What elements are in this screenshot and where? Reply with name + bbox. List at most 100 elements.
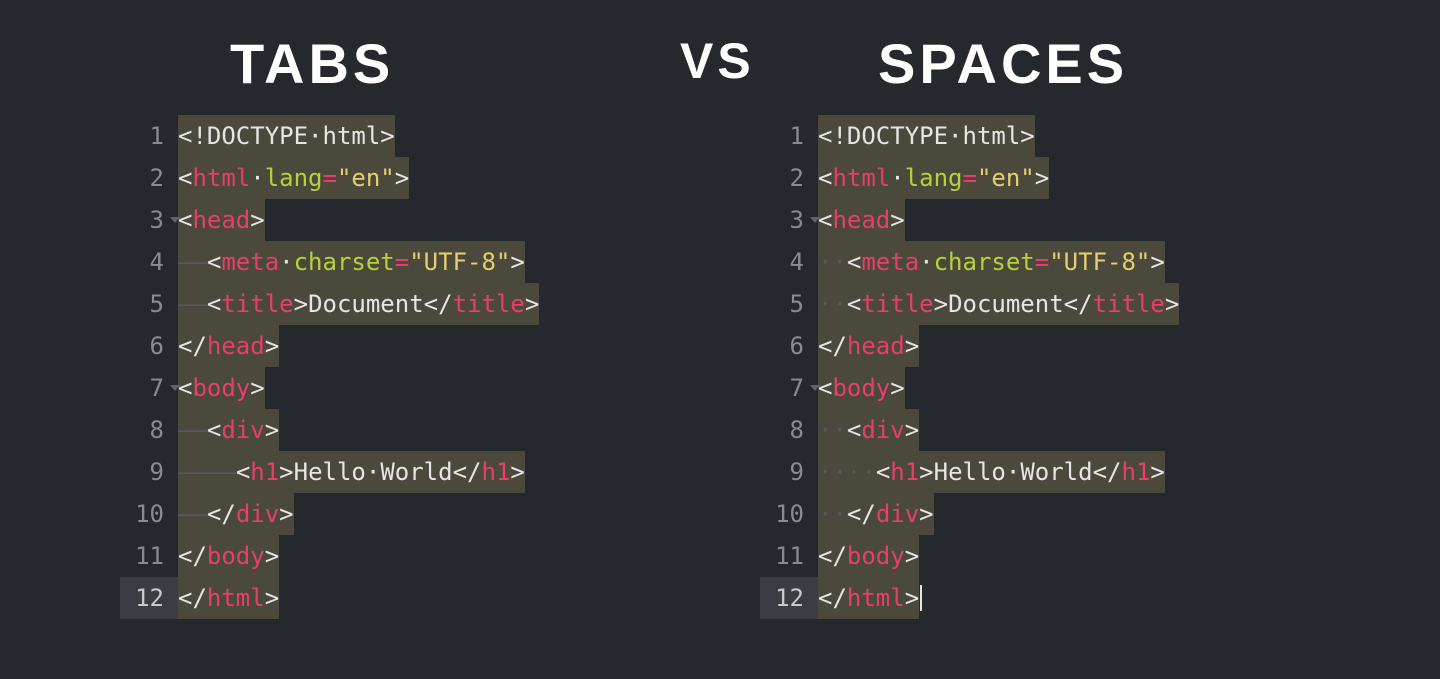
token-tag: head <box>207 325 265 367</box>
token-txt: !DOCTYPE <box>832 115 948 157</box>
fold-marker-icon[interactable] <box>810 217 820 223</box>
token-p: > <box>890 367 904 409</box>
code-content: <!DOCTYPE·html> <box>178 115 395 157</box>
code-content: <head> <box>178 199 265 241</box>
code-line: 9····<h1>Hello·World</h1> <box>760 451 1179 493</box>
code-content: <body> <box>178 367 265 409</box>
code-line: 3<head> <box>760 199 1179 241</box>
token-p: > <box>1165 283 1179 325</box>
indent-space: ·· <box>818 241 847 283</box>
token-tag: meta <box>221 241 279 283</box>
token-p: < <box>236 451 250 493</box>
token-tag: div <box>861 409 904 451</box>
code-line: 11</body> <box>760 535 1179 577</box>
indent-space: ·· <box>818 283 847 325</box>
token-tag: title <box>861 283 933 325</box>
token-p: · <box>919 241 933 283</box>
token-p: </ <box>178 325 207 367</box>
code-content: ——<div> <box>178 409 279 451</box>
token-p: < <box>818 115 832 157</box>
code-line: 7<body> <box>120 367 539 409</box>
token-p: < <box>818 199 832 241</box>
code-panel-spaces: 1<!DOCTYPE·html>2<html·lang="en">3<head>… <box>760 115 1179 619</box>
heading-tabs: TABS <box>230 36 394 92</box>
code-line: 7<body> <box>760 367 1179 409</box>
token-str: "en" <box>337 157 395 199</box>
token-tag: head <box>847 325 905 367</box>
token-str: "en" <box>977 157 1035 199</box>
line-number: 11 <box>760 535 818 577</box>
code-line: 6</head> <box>120 325 539 367</box>
token-str: "UTF-8" <box>409 241 510 283</box>
token-str: "UTF-8" <box>1049 241 1150 283</box>
line-number: 1 <box>120 115 178 157</box>
code-content: </html> <box>178 577 279 619</box>
token-op: = <box>323 157 337 199</box>
token-tag: html <box>847 577 905 619</box>
token-p: > <box>1035 157 1049 199</box>
token-p: > <box>294 283 308 325</box>
line-number: 4 <box>120 241 178 283</box>
token-p: > <box>510 451 524 493</box>
code-content: ··</div> <box>818 493 934 535</box>
fold-marker-icon[interactable] <box>170 385 180 391</box>
code-block: 1<!DOCTYPE·html>2<html·lang="en">3<head>… <box>120 115 539 619</box>
token-p: > <box>265 325 279 367</box>
line-number: 7 <box>120 367 178 409</box>
code-line: 10——</div> <box>120 493 539 535</box>
line-number: 5 <box>120 283 178 325</box>
line-number: 8 <box>760 409 818 451</box>
token-tag: body <box>847 535 905 577</box>
indent-tab: —— <box>178 409 207 451</box>
token-p: < <box>847 409 861 451</box>
heading-vs: VS <box>680 36 755 86</box>
token-tag: title <box>453 283 525 325</box>
token-p: > <box>380 115 394 157</box>
token-p: > <box>919 451 933 493</box>
token-txt: html <box>963 115 1021 157</box>
fold-marker-icon[interactable] <box>170 217 180 223</box>
token-tag: head <box>832 199 890 241</box>
indent-tab: —— <box>178 451 207 493</box>
code-content: <body> <box>818 367 905 409</box>
token-p: > <box>934 283 948 325</box>
token-tag: html <box>832 157 890 199</box>
line-number: 2 <box>120 157 178 199</box>
code-line: 6</head> <box>760 325 1179 367</box>
code-content: <html·lang="en"> <box>818 157 1049 199</box>
code-content: ——<title>Document</title> <box>178 283 539 325</box>
token-p: > <box>905 577 919 619</box>
token-tag: head <box>192 199 250 241</box>
token-p: > <box>905 535 919 577</box>
line-number: 12 <box>120 577 178 619</box>
token-p: > <box>279 451 293 493</box>
code-content: <html·lang="en"> <box>178 157 409 199</box>
line-number: 8 <box>120 409 178 451</box>
code-content: </body> <box>178 535 279 577</box>
token-tag: title <box>1093 283 1165 325</box>
token-p: > <box>250 199 264 241</box>
indent-tab: —— <box>207 451 236 493</box>
code-content: ————<h1>Hello·World</h1> <box>178 451 525 493</box>
token-p: </ <box>847 493 876 535</box>
code-block: 1<!DOCTYPE·html>2<html·lang="en">3<head>… <box>760 115 1179 619</box>
token-tag: html <box>192 157 250 199</box>
token-p: > <box>525 283 539 325</box>
token-p: </ <box>207 493 236 535</box>
token-tag: body <box>192 367 250 409</box>
token-tag: h1 <box>890 451 919 493</box>
token-txt: Hello·World <box>294 451 453 493</box>
line-number: 12 <box>760 577 818 619</box>
token-p: < <box>818 157 832 199</box>
token-p: < <box>818 367 832 409</box>
code-line: 5··<title>Document</title> <box>760 283 1179 325</box>
indent-tab: —— <box>178 241 207 283</box>
token-p: < <box>207 409 221 451</box>
token-p: > <box>265 577 279 619</box>
code-line: 12</html> <box>760 577 1179 619</box>
fold-marker-icon[interactable] <box>810 385 820 391</box>
token-tag: meta <box>861 241 919 283</box>
token-at: lang <box>265 157 323 199</box>
code-line: 10··</div> <box>760 493 1179 535</box>
token-p: > <box>265 535 279 577</box>
